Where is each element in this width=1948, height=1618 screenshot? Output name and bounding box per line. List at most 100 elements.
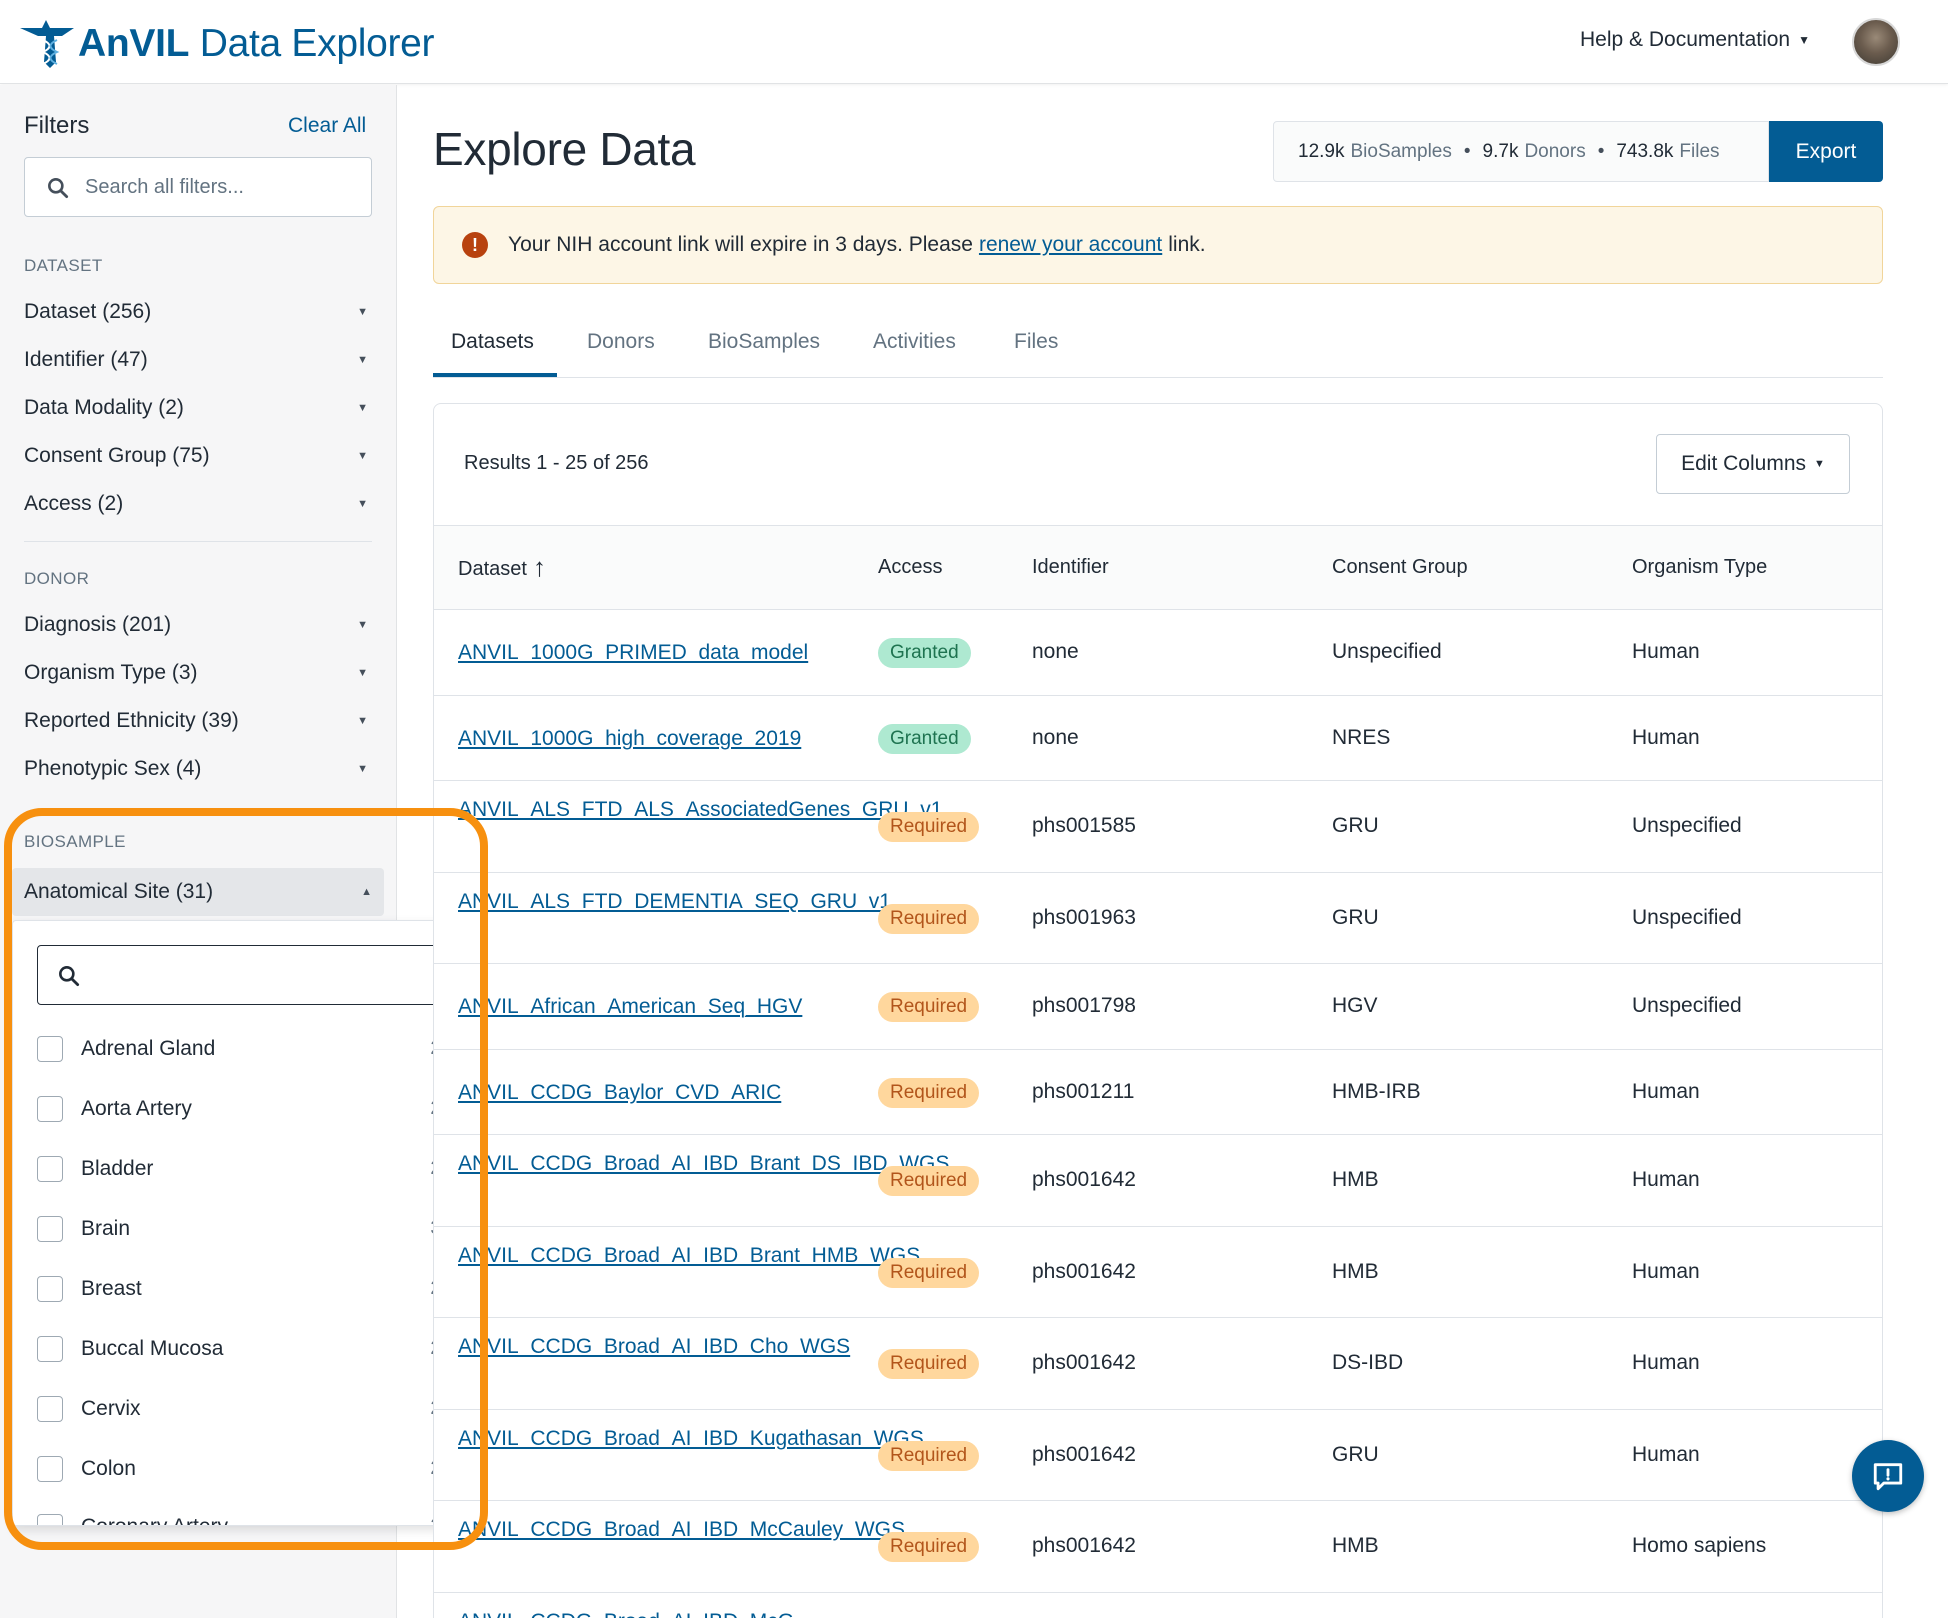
organism-cell: Human xyxy=(1632,640,1700,663)
facet-label: Consent Group (75) xyxy=(24,444,210,467)
identifier-cell: phs001798 xyxy=(1032,994,1136,1017)
section-label-donor: DONOR xyxy=(24,569,90,588)
renew-account-link[interactable]: renew your account xyxy=(979,233,1162,257)
identifier-cell: none xyxy=(1032,640,1079,663)
facet-data-modality[interactable]: Data Modality (2) ▼ xyxy=(24,388,372,428)
list-item[interactable]: Buccal Mucosa2 xyxy=(37,1327,441,1371)
access-badge: Granted xyxy=(878,638,971,668)
dataset-link[interactable]: ANVIL_CCDG_Broad_AI_IBD_Kugathasan_WGS xyxy=(458,1424,924,1454)
checkbox[interactable] xyxy=(37,1096,63,1122)
facet-phenotypic-sex[interactable]: Phenotypic Sex (4) ▼ xyxy=(24,749,372,789)
facet-label: Diagnosis (201) xyxy=(24,613,172,636)
item-label: Adrenal Gland xyxy=(81,1037,216,1060)
checkbox[interactable] xyxy=(37,1276,63,1302)
table-row: ANVIL_CCDG_Broad_AI_IBD_McCauley_WGS Req… xyxy=(434,1501,1882,1593)
organism-cell: Human xyxy=(1632,1260,1700,1283)
facet-identifier[interactable]: Identifier (47) ▼ xyxy=(24,340,372,380)
organism-cell: Human xyxy=(1632,1080,1700,1103)
table-row: ANVIL_CCDG_Broad_AI_IBD_Kugathasan_WGS R… xyxy=(434,1410,1882,1501)
dataset-link[interactable]: ANVIL_ALS_FTD_ALS_AssociatedGenes_GRU_v1 xyxy=(458,795,942,825)
app-header: AnVIL Data Explorer Help & Documentation… xyxy=(0,0,1948,84)
column-header-consent-group[interactable]: Consent Group xyxy=(1332,556,1468,579)
search-all-filters-input[interactable]: Search all filters... xyxy=(24,157,372,217)
access-badge: Required xyxy=(878,1166,980,1196)
dataset-link[interactable]: ANVIL_1000G_high_coverage_2019 xyxy=(458,724,838,754)
list-item[interactable]: Aorta Artery2 xyxy=(37,1087,441,1131)
tab-activities[interactable]: Activities xyxy=(873,330,956,354)
checkbox[interactable] xyxy=(37,1456,63,1482)
list-item[interactable]: Breast2 xyxy=(37,1267,441,1311)
anatomical-site-dropdown: Adrenal Gland2 Aorta Artery2 Bladder2 Br… xyxy=(12,920,480,1526)
identifier-cell: phs001963 xyxy=(1032,906,1136,929)
edit-columns-button[interactable]: Edit Columns ▼ xyxy=(1656,434,1850,494)
facet-organism-type[interactable]: Organism Type (3) ▼ xyxy=(24,653,372,693)
caret-down-icon: ▼ xyxy=(357,498,368,510)
anatomical-site-search-input[interactable] xyxy=(37,945,457,1005)
list-item[interactable]: Cervix2 xyxy=(37,1387,441,1431)
caret-down-icon: ▼ xyxy=(357,354,368,366)
list-item[interactable]: Brain3 xyxy=(37,1207,441,1251)
facet-label: Anatomical Site (31) xyxy=(24,880,214,903)
consent-cell: HMB xyxy=(1332,1260,1379,1283)
access-badge: Required xyxy=(878,992,980,1022)
access-badge: Required xyxy=(878,1258,980,1288)
list-item[interactable]: Colon2 xyxy=(37,1447,441,1491)
item-label: Bladder xyxy=(81,1157,154,1180)
dataset-link[interactable]: ANVIL_CCDG_Broad_AI_IBD_Brant_HMB_WGS xyxy=(458,1241,920,1271)
list-item[interactable]: Adrenal Gland2 xyxy=(37,1027,441,1071)
help-label: Help & Documentation xyxy=(1580,28,1791,51)
column-header-access[interactable]: Access xyxy=(878,556,942,579)
facet-access[interactable]: Access (2) ▼ xyxy=(24,484,372,524)
checkbox[interactable] xyxy=(37,1396,63,1422)
logo-text: AnVIL Data Explorer xyxy=(78,22,435,65)
column-header-organism-type[interactable]: Organism Type xyxy=(1632,556,1767,579)
list-item[interactable]: Coronary Artery2 xyxy=(37,1505,441,1525)
dataset-link[interactable]: ANVIL_CCDG_Broad_AI_IBD_McG xyxy=(458,1607,838,1618)
dataset-link[interactable]: ANVIL_ALS_FTD_DEMENTIA_SEQ_GRU_v1 xyxy=(458,887,891,917)
organism-cell: Human xyxy=(1632,1443,1700,1466)
facet-reported-ethnicity[interactable]: Reported Ethnicity (39) ▼ xyxy=(24,701,372,741)
dataset-link[interactable]: ANVIL_CCDG_Broad_AI_IBD_Brant_DS_IBD_WGS xyxy=(458,1149,949,1179)
tab-biosamples[interactable]: BioSamples xyxy=(708,330,820,354)
checkbox[interactable] xyxy=(37,1036,63,1062)
checkbox[interactable] xyxy=(37,1514,63,1525)
tab-datasets[interactable]: Datasets xyxy=(451,330,534,354)
separator-dot: • xyxy=(1597,140,1605,162)
tab-files[interactable]: Files xyxy=(1014,330,1058,354)
facet-consent-group[interactable]: Consent Group (75) ▼ xyxy=(24,436,372,476)
consent-cell: HGV xyxy=(1332,994,1378,1017)
dataset-link[interactable]: ANVIL_CCDG_Baylor_CVD_ARIC xyxy=(458,1078,838,1108)
dataset-link[interactable]: ANVIL_CCDG_Broad_AI_IBD_Cho_WGS xyxy=(458,1332,850,1362)
table-row: ANVIL_African_American_Seq_HGV Required … xyxy=(434,964,1882,1050)
caret-down-icon: ▼ xyxy=(357,306,368,318)
access-badge: Required xyxy=(878,812,980,842)
identifier-cell: none xyxy=(1032,726,1079,749)
facet-diagnosis[interactable]: Diagnosis (201) ▼ xyxy=(24,605,372,645)
dataset-link[interactable]: ANVIL_CCDG_Broad_AI_IBD_McCauley_WGS xyxy=(458,1515,905,1545)
tab-donors[interactable]: Donors xyxy=(587,330,655,354)
organism-cell: Unspecified xyxy=(1632,814,1742,837)
facet-anatomical-site[interactable]: Anatomical Site (31) ▲ xyxy=(12,868,384,916)
item-label: Cervix xyxy=(81,1397,141,1420)
column-header-identifier[interactable]: Identifier xyxy=(1032,556,1109,579)
anvil-logo[interactable]: AnVIL Data Explorer xyxy=(16,14,435,74)
facet-dataset[interactable]: Dataset (256) ▼ xyxy=(24,292,372,332)
caret-down-icon: ▼ xyxy=(357,619,368,631)
column-header-dataset[interactable]: Dataset ↑ xyxy=(458,552,546,583)
feedback-chat-button[interactable] xyxy=(1852,1440,1924,1512)
consent-cell: HMB-IRB xyxy=(1332,1080,1421,1103)
consent-cell: GRU xyxy=(1332,814,1379,837)
export-button[interactable]: Export xyxy=(1769,121,1883,182)
avatar[interactable] xyxy=(1852,18,1900,66)
dataset-link[interactable]: ANVIL_African_American_Seq_HGV xyxy=(458,992,838,1022)
checkbox[interactable] xyxy=(37,1216,63,1242)
clear-all-button[interactable]: Clear All xyxy=(288,114,366,138)
dataset-link[interactable]: ANVIL_1000G_PRIMED_data_model xyxy=(458,638,838,668)
help-documentation-menu[interactable]: Help & Documentation ▼ xyxy=(1580,28,1810,52)
donors-count: 9.7k xyxy=(1482,140,1519,162)
identifier-cell: phs001211 xyxy=(1032,1080,1135,1103)
checkbox[interactable] xyxy=(37,1156,63,1182)
list-item[interactable]: Bladder2 xyxy=(37,1147,441,1191)
checkbox[interactable] xyxy=(37,1336,63,1362)
results-count: Results 1 - 25 of 256 xyxy=(464,452,649,474)
